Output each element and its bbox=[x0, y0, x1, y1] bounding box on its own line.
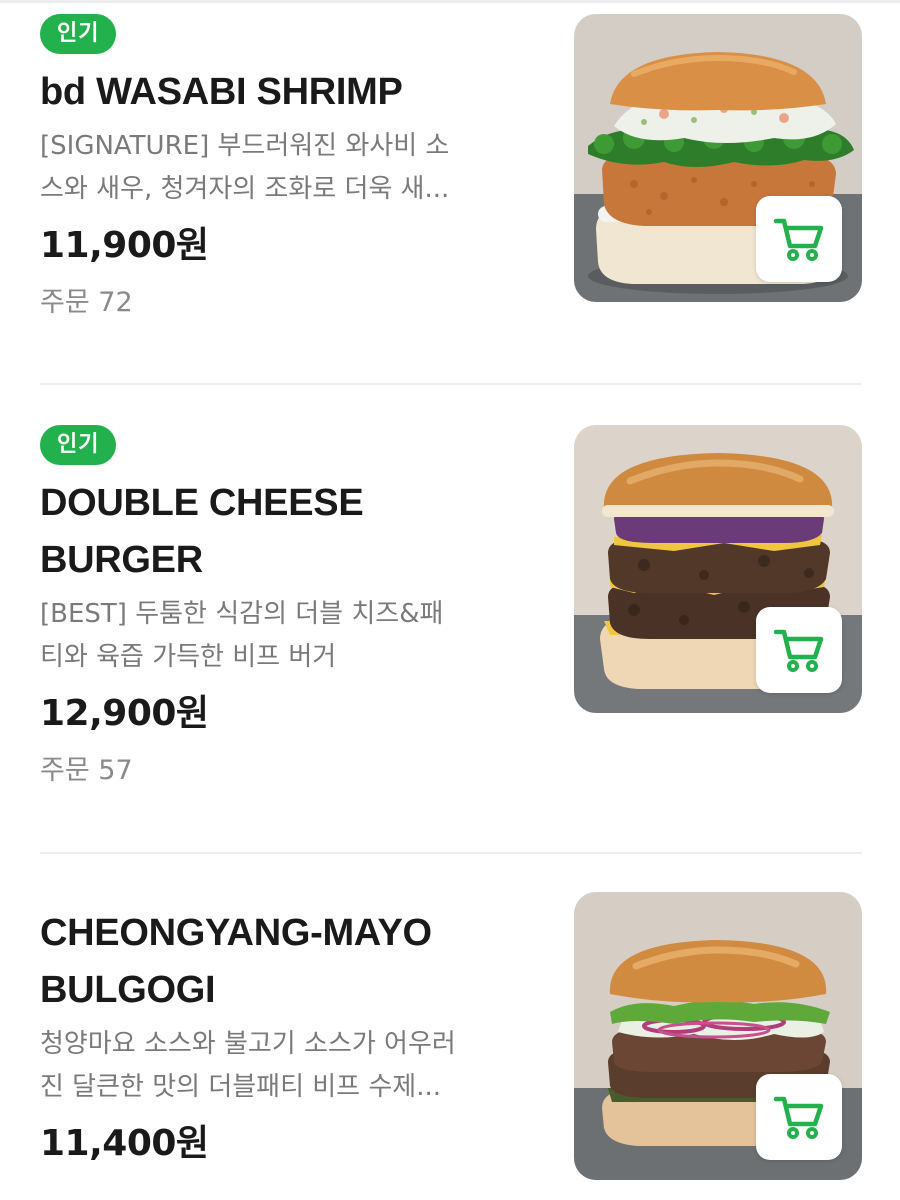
cart-icon bbox=[773, 629, 824, 672]
menu-item-name-line: DOUBLE CHEESE bbox=[40, 482, 364, 524]
menu-item-description-line: 티와 육즙 가득한 비프 버거 bbox=[40, 642, 337, 672]
add-to-cart-button[interactable] bbox=[756, 1074, 842, 1160]
menu-item-image[interactable] bbox=[574, 892, 862, 1180]
menu-item-price: 11,900원 bbox=[40, 225, 209, 266]
menu-item-description: [SIGNATURE] 부드러워진 와사비 소 스와 새우, 청겨자의 조화로 … bbox=[40, 125, 525, 211]
add-to-cart-button[interactable] bbox=[756, 607, 842, 693]
menu-item-price: 11,400원 bbox=[40, 1123, 209, 1164]
menu-item-description: 청양마요 소스와 불고기 소스가 어우러 진 달큰한 맛의 더블패티 비프 수제… bbox=[40, 1023, 525, 1109]
item-divider bbox=[40, 852, 862, 854]
menu-item-double-cheese-burger[interactable]: 인기 DOUBLE CHEESE BURGER [BEST] 두툼한 식감의 더… bbox=[40, 425, 862, 815]
menu-item-cheongyang-mayo-bulgogi[interactable]: CHEONGYANG-MAYO BULGOGI 청양마요 소스와 불고기 소스가… bbox=[40, 892, 862, 1200]
menu-item-image[interactable] bbox=[574, 425, 862, 713]
menu-item-description: [BEST] 두툼한 식감의 더블 치즈&패 티와 육즙 가득한 비프 버거 bbox=[40, 593, 525, 679]
popular-badge: 인기 bbox=[40, 425, 117, 465]
add-to-cart-button[interactable] bbox=[756, 196, 842, 282]
menu-item-info: CHEONGYANG-MAYO BULGOGI 청양마요 소스와 불고기 소스가… bbox=[40, 892, 540, 1169]
menu-item-name: DOUBLE CHEESE BURGER bbox=[40, 475, 540, 589]
menu-list: 인기 bd WASABI SHRIMP [SIGNATURE] 부드러워진 와사… bbox=[0, 0, 900, 1200]
menu-item-name: bd WASABI SHRIMP bbox=[40, 64, 540, 121]
menu-item-description-line: 진 달큰한 맛의 더블패티 비프 수제... bbox=[40, 1072, 441, 1102]
menu-item-name-line: CHEONGYANG-MAYO bbox=[40, 912, 432, 954]
menu-item-order-count: 주문 57 bbox=[40, 755, 133, 786]
menu-item-description-line: 스와 새우, 청겨자의 조화로 더욱 새... bbox=[40, 174, 450, 204]
menu-item-description-line: [BEST] 두툼한 식감의 더블 치즈&패 bbox=[40, 599, 444, 629]
menu-item-name: CHEONGYANG-MAYO BULGOGI bbox=[40, 905, 540, 1019]
menu-item-price: 12,900원 bbox=[40, 693, 209, 734]
menu-item-description-line: 청양마요 소스와 불고기 소스가 어우러 bbox=[40, 1029, 456, 1059]
menu-item-info: 인기 DOUBLE CHEESE BURGER [BEST] 두툼한 식감의 더… bbox=[40, 425, 540, 789]
menu-item-info: 인기 bd WASABI SHRIMP [SIGNATURE] 부드러워진 와사… bbox=[40, 14, 540, 321]
menu-item-description-line: [SIGNATURE] 부드러워진 와사비 소 bbox=[40, 131, 450, 161]
menu-item-image[interactable] bbox=[574, 14, 862, 302]
item-divider bbox=[40, 383, 862, 385]
menu-item-name-line: BURGER bbox=[40, 539, 203, 581]
cart-icon bbox=[773, 218, 824, 261]
popular-badge: 인기 bbox=[40, 14, 117, 54]
menu-item-wasabi-shrimp[interactable]: 인기 bd WASABI SHRIMP [SIGNATURE] 부드러워진 와사… bbox=[40, 14, 862, 344]
menu-item-name-line: bd WASABI SHRIMP bbox=[40, 71, 403, 113]
menu-item-order-count: 주문 72 bbox=[40, 287, 133, 318]
cart-icon bbox=[773, 1096, 824, 1139]
menu-item-name-line: BULGOGI bbox=[40, 969, 216, 1011]
